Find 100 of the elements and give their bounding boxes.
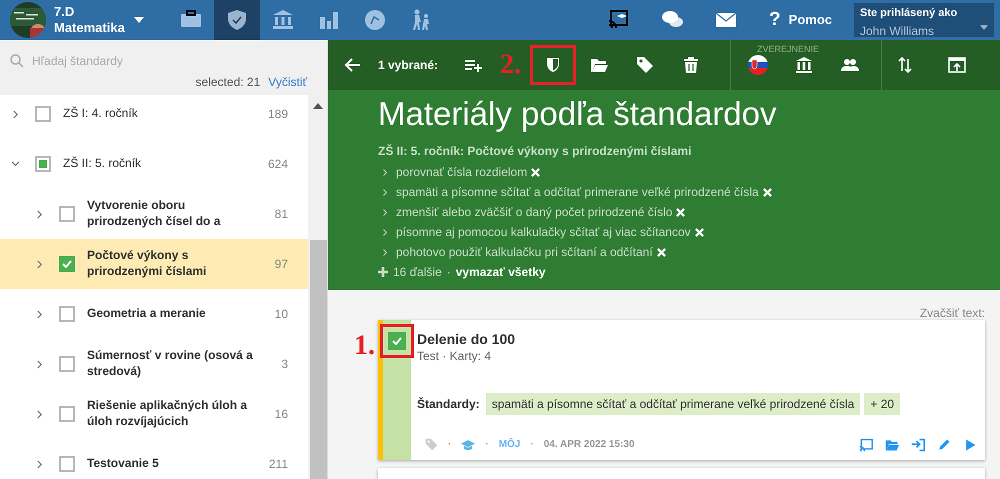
chevron-icon[interactable]: [36, 310, 43, 318]
tree-item[interactable]: Geometria a meranie 10: [0, 289, 308, 339]
standard-item: pohotovo použiť kalkulačku pri sčítaní a odčítaní: [396, 244, 653, 262]
material-meta: Test · Karty: 4: [417, 348, 492, 366]
item-count: 81: [274, 206, 288, 223]
chevron-icon[interactable]: [36, 460, 43, 468]
remove-icon[interactable]: [531, 168, 540, 177]
subject-name: Matematika: [54, 20, 126, 36]
checkbox[interactable]: [59, 356, 75, 372]
scrollbar[interactable]: [308, 95, 327, 479]
compass-icon: [364, 9, 386, 31]
sign-in-icon[interactable]: [911, 438, 925, 452]
selected-count: selected: 21: [196, 74, 260, 91]
remove-icon[interactable]: [676, 208, 686, 217]
date-label: 04. APR 2022 15:30: [544, 438, 635, 452]
chevron-icon[interactable]: [12, 110, 19, 118]
play-icon[interactable]: [963, 438, 977, 452]
tree-item[interactable]: Riešenie aplikačných úloh a úloh rozvíjajúcich 16: [0, 389, 308, 439]
clear-link[interactable]: Vyčistiť: [268, 73, 307, 91]
scroll-up-icon[interactable]: [313, 103, 323, 109]
caret-icon: [980, 25, 988, 30]
folder-icon[interactable]: [885, 438, 899, 452]
checkbox[interactable]: [59, 206, 75, 222]
item-count: 16: [274, 406, 288, 423]
annotation-label: 1.: [353, 329, 376, 363]
separator: ·: [446, 264, 451, 282]
bank-icon: [795, 56, 814, 74]
caret-icon[interactable]: [134, 17, 144, 23]
separator: ·: [530, 438, 534, 452]
help-button[interactable]: ? Pomoc: [769, 0, 832, 40]
standard-tag: + 20: [864, 393, 900, 416]
plus-icon[interactable]: [378, 267, 388, 278]
tree-item[interactable]: Počtové výkony s prirodzenými číslami 97: [0, 239, 308, 289]
tree-label: Počtové výkony s prirodzenými číslami: [87, 248, 208, 280]
tree-label: Testovanie 5: [87, 456, 160, 472]
tree-label: ZŠ I: 4. ročník: [63, 106, 139, 122]
selection-count: 1 vybrané:: [378, 57, 438, 74]
tree-label: ZŠ II: 5. ročník: [63, 156, 142, 172]
nav-tab[interactable]: [214, 0, 260, 40]
chevron-icon[interactable]: [36, 410, 43, 418]
standard-item: spamäti a písomne sčítať a odčítať primerane veľké prirodzené čísla: [396, 184, 759, 202]
search-icon: [10, 54, 24, 68]
tree-item[interactable]: Vytvorenie oboru prirodzených čísel do a 81: [0, 189, 308, 239]
tree-label: Geometria a meranie: [87, 306, 207, 322]
clear-all-link[interactable]: vymazať všetky: [456, 263, 546, 282]
owner-label: MÔJ: [498, 437, 520, 452]
standard-tag: spamäti a písomne sčítať a odčítať primerane veľké prirodzené čísla: [486, 393, 860, 416]
tree-item[interactable]: Testovanie 5 211: [0, 439, 308, 479]
chevron-icon[interactable]: [36, 260, 43, 268]
standards-label: Štandardy:: [417, 396, 480, 414]
tree-label: Riešenie aplikačných úloh a úloh rozvíjajúcich: [87, 398, 248, 430]
item-count: 189: [268, 106, 288, 123]
flag-icon: [748, 55, 768, 75]
standard-path: ZŠ II: 5. ročník: Počtové výkony s prirodzenými číslami: [378, 143, 692, 160]
item-count: 211: [268, 456, 288, 473]
bar-chart-icon: [318, 9, 340, 31]
user-menu[interactable]: Ste prihlásený ako John Williams: [854, 3, 994, 37]
checkmark-icon: [62, 260, 72, 268]
checkbox[interactable]: [59, 256, 75, 272]
remove-icon[interactable]: [694, 228, 704, 237]
tree-item[interactable]: ZŠ I: 4. ročník 189: [0, 95, 308, 139]
scrollbar-thumb[interactable]: [310, 240, 327, 479]
page-title: Materiály podľa štandardov: [378, 96, 778, 132]
remove-icon[interactable]: [762, 188, 772, 197]
tag-icon: [636, 56, 654, 74]
hikers-icon: [410, 9, 432, 31]
back-arrow-icon: [344, 56, 362, 74]
tree-label: Vytvorenie oboru prirodzených čísel do a: [87, 198, 222, 230]
standard-item: zmenšiť alebo zväčšiť o daný počet prirodzené číslo: [396, 204, 672, 222]
annotation-label: 2.: [500, 51, 522, 79]
shield-button[interactable]: [530, 45, 576, 85]
checkbox[interactable]: [35, 106, 51, 122]
checkbox[interactable]: [35, 156, 51, 172]
item-count: 10: [274, 306, 288, 323]
section-label: ZVEREJNENIE: [757, 43, 820, 56]
chevron-icon[interactable]: [12, 160, 19, 168]
checkbox[interactable]: [59, 306, 75, 322]
tree-item[interactable]: ZŠ II: 5. ročník 624: [0, 139, 308, 189]
separator: ·: [485, 438, 489, 452]
item-count: 97: [274, 256, 288, 273]
sort-icon: [896, 56, 914, 74]
cast-icon[interactable]: [859, 438, 873, 452]
more-link[interactable]: 16 ďalšie: [393, 263, 442, 282]
chevron-icon[interactable]: [36, 360, 43, 368]
checkmark-icon: [392, 337, 402, 345]
item-count: 3: [281, 356, 288, 373]
tree-item[interactable]: Súmernosť v rovine (osová a stredová) 3: [0, 339, 308, 389]
search-field[interactable]: Hľadaj štandardy: [32, 52, 262, 70]
export-icon: [948, 56, 966, 74]
pencil-icon[interactable]: [937, 438, 951, 452]
remove-icon[interactable]: [656, 248, 666, 257]
separator: ·: [448, 438, 452, 452]
checkbox[interactable]: [59, 456, 75, 472]
class-name: 7.D: [54, 4, 76, 20]
standard-item: písomne aj pomocou kalkulačky sčítať aj viac sčítancov: [396, 224, 691, 242]
checkbox[interactable]: [59, 406, 75, 422]
chevron-icon[interactable]: [36, 210, 43, 218]
bank-icon: [272, 9, 294, 31]
standard-item: porovnať čísla rozdielom: [396, 164, 528, 182]
cast-icon: [607, 9, 630, 31]
